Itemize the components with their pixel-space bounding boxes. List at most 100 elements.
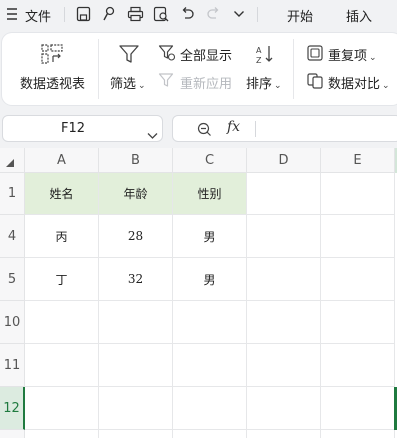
chevron-down-icon: ⌄ bbox=[369, 53, 377, 63]
table-cell[interactable]: 丁 bbox=[25, 258, 99, 301]
table-cell[interactable] bbox=[321, 387, 395, 430]
column-header-c[interactable]: C bbox=[173, 148, 247, 173]
row-header[interactable]: 10 bbox=[0, 301, 25, 344]
table-cell[interactable] bbox=[247, 301, 321, 344]
pivot-table-icon bbox=[40, 43, 64, 69]
show-all-button[interactable]: 全部显示 bbox=[158, 41, 238, 65]
hamburger-icon[interactable] bbox=[6, 7, 18, 21]
save-icon[interactable] bbox=[76, 6, 91, 22]
data-compare-label: 数据对比 bbox=[328, 77, 381, 92]
sort-icon: AZ bbox=[254, 43, 276, 69]
table-cell[interactable] bbox=[25, 430, 99, 438]
table-cell[interactable] bbox=[25, 344, 99, 387]
divider bbox=[255, 121, 256, 137]
filter-clear-icon bbox=[158, 44, 176, 66]
divider bbox=[257, 7, 258, 22]
duplicates-button[interactable]: 重复项 ⌄ bbox=[306, 41, 396, 65]
duplicates-label: 重复项 bbox=[328, 49, 368, 64]
table-cell[interactable] bbox=[99, 430, 173, 438]
table-cell[interactable]: 年龄 bbox=[99, 173, 173, 215]
reapply-label: 重新应用 bbox=[180, 77, 233, 92]
table-cell[interactable] bbox=[321, 215, 395, 258]
table-cell[interactable]: 姓名 bbox=[25, 173, 99, 215]
chevron-down-icon[interactable] bbox=[147, 125, 158, 144]
table-cell[interactable]: 男 bbox=[173, 215, 247, 258]
function-icon[interactable]: fx bbox=[227, 119, 240, 135]
file-menu[interactable]: 文件 bbox=[25, 6, 51, 25]
table-cell[interactable] bbox=[99, 387, 173, 430]
zoom-icon[interactable] bbox=[197, 122, 212, 141]
tab-insert[interactable]: 插入 bbox=[346, 6, 372, 25]
table-cell[interactable] bbox=[247, 387, 321, 430]
table-cell[interactable] bbox=[321, 173, 395, 215]
table-cell[interactable] bbox=[247, 344, 321, 387]
select-all-corner[interactable] bbox=[0, 148, 25, 173]
row-header[interactable]: 1 bbox=[0, 173, 25, 215]
table-cell[interactable] bbox=[247, 173, 321, 215]
divider bbox=[293, 39, 294, 99]
chevron-down-icon: ⌄ bbox=[138, 81, 146, 91]
table-cell[interactable] bbox=[173, 430, 247, 438]
filter-refresh-icon bbox=[158, 72, 176, 94]
column-header-e[interactable]: E bbox=[321, 148, 395, 173]
table-cell[interactable] bbox=[321, 430, 395, 438]
compare-icon bbox=[306, 72, 324, 94]
svg-text:Z: Z bbox=[256, 56, 262, 65]
row-header[interactable]: 11 bbox=[0, 344, 25, 387]
table-cell[interactable] bbox=[99, 344, 173, 387]
pivot-table-button[interactable]: 数据透视表 bbox=[2, 33, 100, 105]
preview-icon[interactable] bbox=[153, 6, 170, 22]
table-cell[interactable]: 28 bbox=[99, 215, 173, 258]
svg-text:A: A bbox=[256, 46, 262, 55]
row-header[interactable]: 5 bbox=[0, 258, 25, 301]
row-header[interactable] bbox=[0, 430, 25, 438]
column-header-a[interactable]: A bbox=[25, 148, 99, 173]
column-header-b[interactable]: B bbox=[99, 148, 173, 173]
sort-button[interactable]: AZ 排序 ⌄ bbox=[240, 33, 290, 105]
redo-icon[interactable] bbox=[206, 6, 220, 22]
formula-bar: F12 fx bbox=[0, 110, 397, 146]
table-cell[interactable] bbox=[321, 301, 395, 344]
table-cell[interactable] bbox=[99, 301, 173, 344]
name-box[interactable]: F12 bbox=[2, 115, 163, 142]
name-box-value: F12 bbox=[60, 121, 86, 136]
chevron-down-icon[interactable] bbox=[233, 9, 245, 19]
chevron-down-icon: ⌄ bbox=[274, 81, 282, 91]
divider bbox=[98, 39, 99, 99]
table-cell[interactable] bbox=[173, 301, 247, 344]
table-cell[interactable] bbox=[173, 387, 247, 430]
tab-start[interactable]: 开始 bbox=[287, 6, 313, 25]
spreadsheet-grid: A B C D E 1 姓名 年龄 性别 4 丙 28 男 5 丁 32 男 1… bbox=[0, 148, 397, 438]
table-cell[interactable]: 32 bbox=[99, 258, 173, 301]
table-cell[interactable]: 男 bbox=[173, 258, 247, 301]
formula-input-area[interactable]: fx bbox=[172, 115, 397, 142]
filter-button[interactable]: 筛选 ⌄ bbox=[106, 33, 150, 105]
divider bbox=[64, 7, 65, 22]
chevron-down-icon: ⌄ bbox=[382, 81, 390, 91]
table-cell[interactable] bbox=[247, 215, 321, 258]
table-cell[interactable] bbox=[321, 258, 395, 301]
show-all-label: 全部显示 bbox=[180, 49, 233, 64]
filter-icon bbox=[118, 43, 140, 69]
table-cell[interactable] bbox=[25, 387, 99, 430]
row-header[interactable]: 4 bbox=[0, 215, 25, 258]
reapply-button[interactable]: 重新应用 bbox=[158, 69, 238, 93]
ribbon-toolbar: 数据透视表 筛选 ⌄ 全部显示 重新应用 AZ 排序 ⌄ 重复项 ⌄ 数据对比 … bbox=[2, 33, 397, 105]
undo-icon[interactable] bbox=[181, 6, 195, 22]
pivot-table-label: 数据透视表 bbox=[20, 77, 86, 92]
table-cell[interactable] bbox=[247, 258, 321, 301]
brush-icon[interactable] bbox=[102, 6, 116, 22]
print-icon[interactable] bbox=[127, 6, 144, 22]
table-cell[interactable] bbox=[247, 430, 321, 438]
table-cell[interactable]: 性别 bbox=[173, 173, 247, 215]
column-header-d[interactable]: D bbox=[247, 148, 321, 173]
menu-bar: 文件 开始 插入 bbox=[0, 0, 397, 29]
data-compare-button[interactable]: 数据对比 ⌄ bbox=[306, 69, 397, 93]
duplicates-icon bbox=[306, 44, 324, 66]
row-header-selected[interactable]: 12 bbox=[0, 387, 25, 430]
sort-label: 排序 bbox=[246, 77, 273, 92]
table-cell[interactable]: 丙 bbox=[25, 215, 99, 258]
table-cell[interactable] bbox=[25, 301, 99, 344]
table-cell[interactable] bbox=[173, 344, 247, 387]
table-cell[interactable] bbox=[321, 344, 395, 387]
